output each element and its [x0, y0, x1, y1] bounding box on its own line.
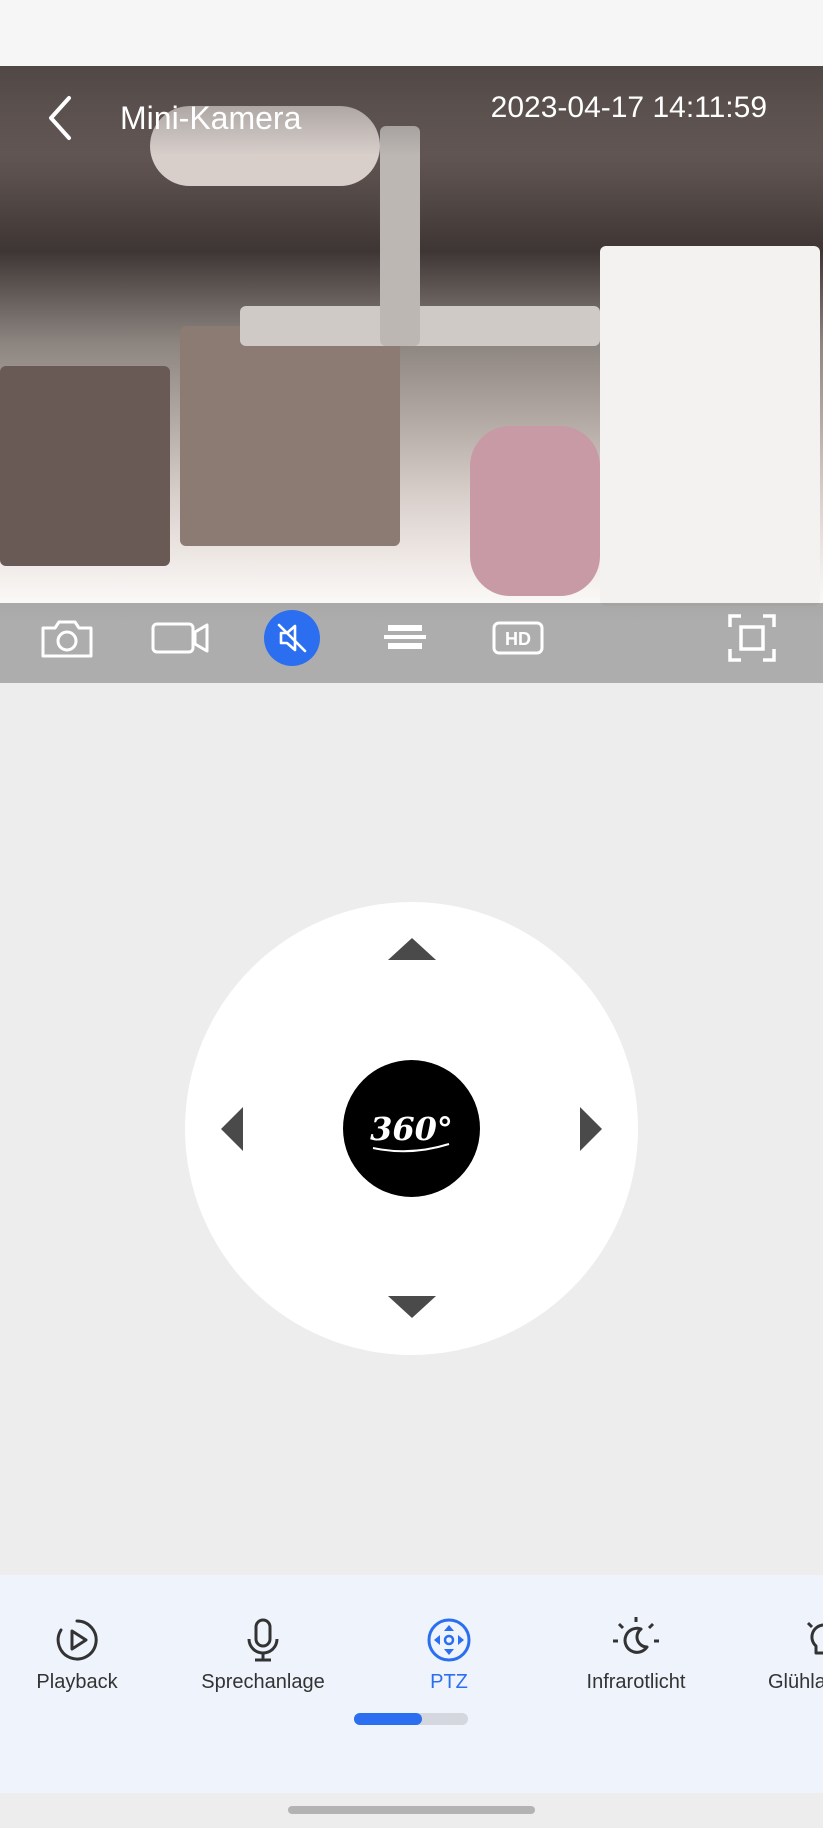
video-shape — [180, 326, 400, 546]
function-item-bulb[interactable]: Glühla — [733, 1615, 823, 1715]
record-button[interactable] — [150, 608, 210, 668]
playback-icon — [52, 1615, 102, 1665]
camera-title: Mini-Kamera — [120, 100, 302, 136]
ptz-left-arrow-icon[interactable] — [221, 1107, 243, 1151]
hd-icon: HD — [492, 621, 544, 655]
hd-label: HD — [505, 629, 531, 649]
swoosh-icon — [372, 1143, 450, 1153]
snapshot-button[interactable] — [37, 608, 97, 668]
ptz-right-arrow-icon[interactable] — [580, 1107, 602, 1151]
flip-icon — [384, 625, 426, 649]
video-timestamp: 2023-04-17 14:11:59 — [490, 91, 767, 124]
ptz-icon — [424, 1615, 474, 1665]
ptz-down-arrow-icon[interactable] — [388, 1296, 436, 1318]
camera-live-view-screen: Mini-Kamera 2023-04-17 14:11:59 HD 360° … — [0, 0, 823, 1828]
function-item-intercom[interactable]: Sprechanlage — [173, 1615, 353, 1715]
ptz-up-arrow-icon[interactable] — [388, 938, 436, 960]
ptz-control-pad: 360° — [185, 902, 638, 1355]
bulb-icon — [799, 1615, 823, 1665]
function-item-ptz[interactable]: PTZ — [359, 1615, 539, 1715]
quality-button[interactable]: HD — [488, 608, 548, 668]
night-light-icon — [611, 1615, 661, 1665]
mute-icon — [277, 623, 307, 653]
page-indicator-fill — [354, 1713, 423, 1725]
function-label-ptz: PTZ — [430, 1671, 468, 1693]
function-bar-page-indicator — [354, 1713, 468, 1725]
function-item-playback[interactable]: Playback — [0, 1615, 167, 1715]
function-label-bulb: Glühla — [768, 1671, 823, 1693]
flip-button[interactable] — [375, 608, 435, 668]
video-shape — [380, 126, 420, 346]
video-shape — [600, 246, 820, 606]
mute-active-indicator — [264, 610, 320, 666]
fullscreen-button[interactable] — [722, 608, 782, 668]
function-label-playback: Playback — [36, 1671, 118, 1693]
live-video-feed[interactable]: Mini-Kamera 2023-04-17 14:11:59 — [0, 66, 823, 683]
function-bar: Playback Sprechanlage PTZ Infrarotlicht … — [0, 1575, 823, 1793]
camera-icon — [41, 620, 93, 658]
video-record-icon — [151, 622, 209, 654]
video-shape — [0, 366, 170, 566]
function-label-intercom: Sprechanlage — [201, 1671, 325, 1693]
status-bar — [0, 0, 823, 66]
back-button[interactable] — [36, 80, 84, 156]
function-label-infrared: Infrarotlicht — [586, 1671, 686, 1693]
video-shape — [240, 306, 600, 346]
chevron-left-icon — [49, 96, 71, 140]
video-shape — [470, 426, 600, 596]
function-item-infrared[interactable]: Infrarotlicht — [546, 1615, 726, 1715]
home-indicator[interactable] — [288, 1806, 535, 1814]
ptz-360-button[interactable]: 360° — [343, 1060, 480, 1197]
microphone-icon — [238, 1615, 288, 1665]
fullscreen-icon — [728, 614, 776, 662]
mute-button[interactable] — [262, 608, 322, 668]
